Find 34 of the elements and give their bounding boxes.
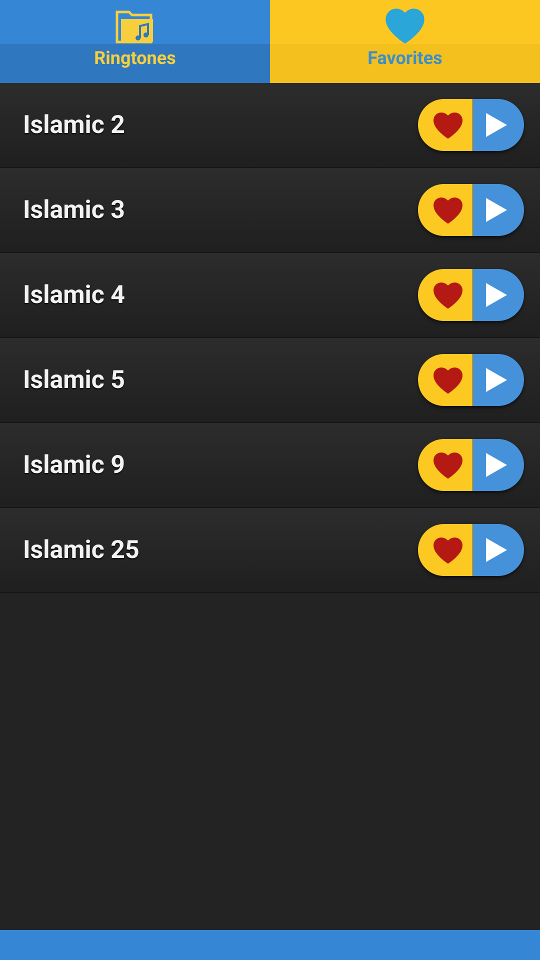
ringtone-row[interactable]: Islamic 5	[0, 338, 540, 423]
play-button[interactable]	[472, 524, 524, 576]
play-button[interactable]	[472, 354, 524, 406]
ringtone-name: Islamic 3	[23, 196, 126, 224]
favorite-button[interactable]	[418, 269, 472, 321]
heart-icon	[385, 8, 425, 44]
play-icon	[484, 537, 508, 563]
play-icon	[484, 112, 508, 138]
favorite-button[interactable]	[418, 524, 472, 576]
ringtone-name: Islamic 4	[23, 280, 126, 310]
play-icon	[484, 367, 508, 393]
play-button[interactable]	[472, 439, 524, 491]
ringtone-name: Islamic 9	[23, 450, 126, 480]
favorite-button[interactable]	[418, 184, 472, 236]
favorite-button[interactable]	[418, 99, 472, 151]
play-icon	[484, 197, 508, 223]
favorite-button[interactable]	[418, 439, 472, 491]
ringtone-row[interactable]: Islamic 2	[0, 83, 540, 168]
ringtone-name: Islamic 2	[23, 110, 126, 140]
ringtone-row[interactable]: Islamic 4	[0, 253, 540, 338]
music-folder-icon	[115, 8, 155, 44]
ringtone-row[interactable]: Islamic 3	[0, 168, 540, 253]
tab-label: Favorites	[368, 48, 442, 69]
play-icon	[484, 282, 508, 308]
ringtone-name: Islamic 5	[23, 366, 126, 394]
play-icon	[484, 452, 508, 478]
tab-label: Ringtones	[94, 48, 176, 69]
favorite-button[interactable]	[418, 354, 472, 406]
ringtone-name: Islamic 25	[23, 536, 140, 564]
play-button[interactable]	[472, 99, 524, 151]
play-button[interactable]	[472, 184, 524, 236]
play-button[interactable]	[472, 269, 524, 321]
ringtone-row[interactable]: Islamic 9	[0, 423, 540, 508]
ringtone-row[interactable]: Islamic 25	[0, 508, 540, 593]
